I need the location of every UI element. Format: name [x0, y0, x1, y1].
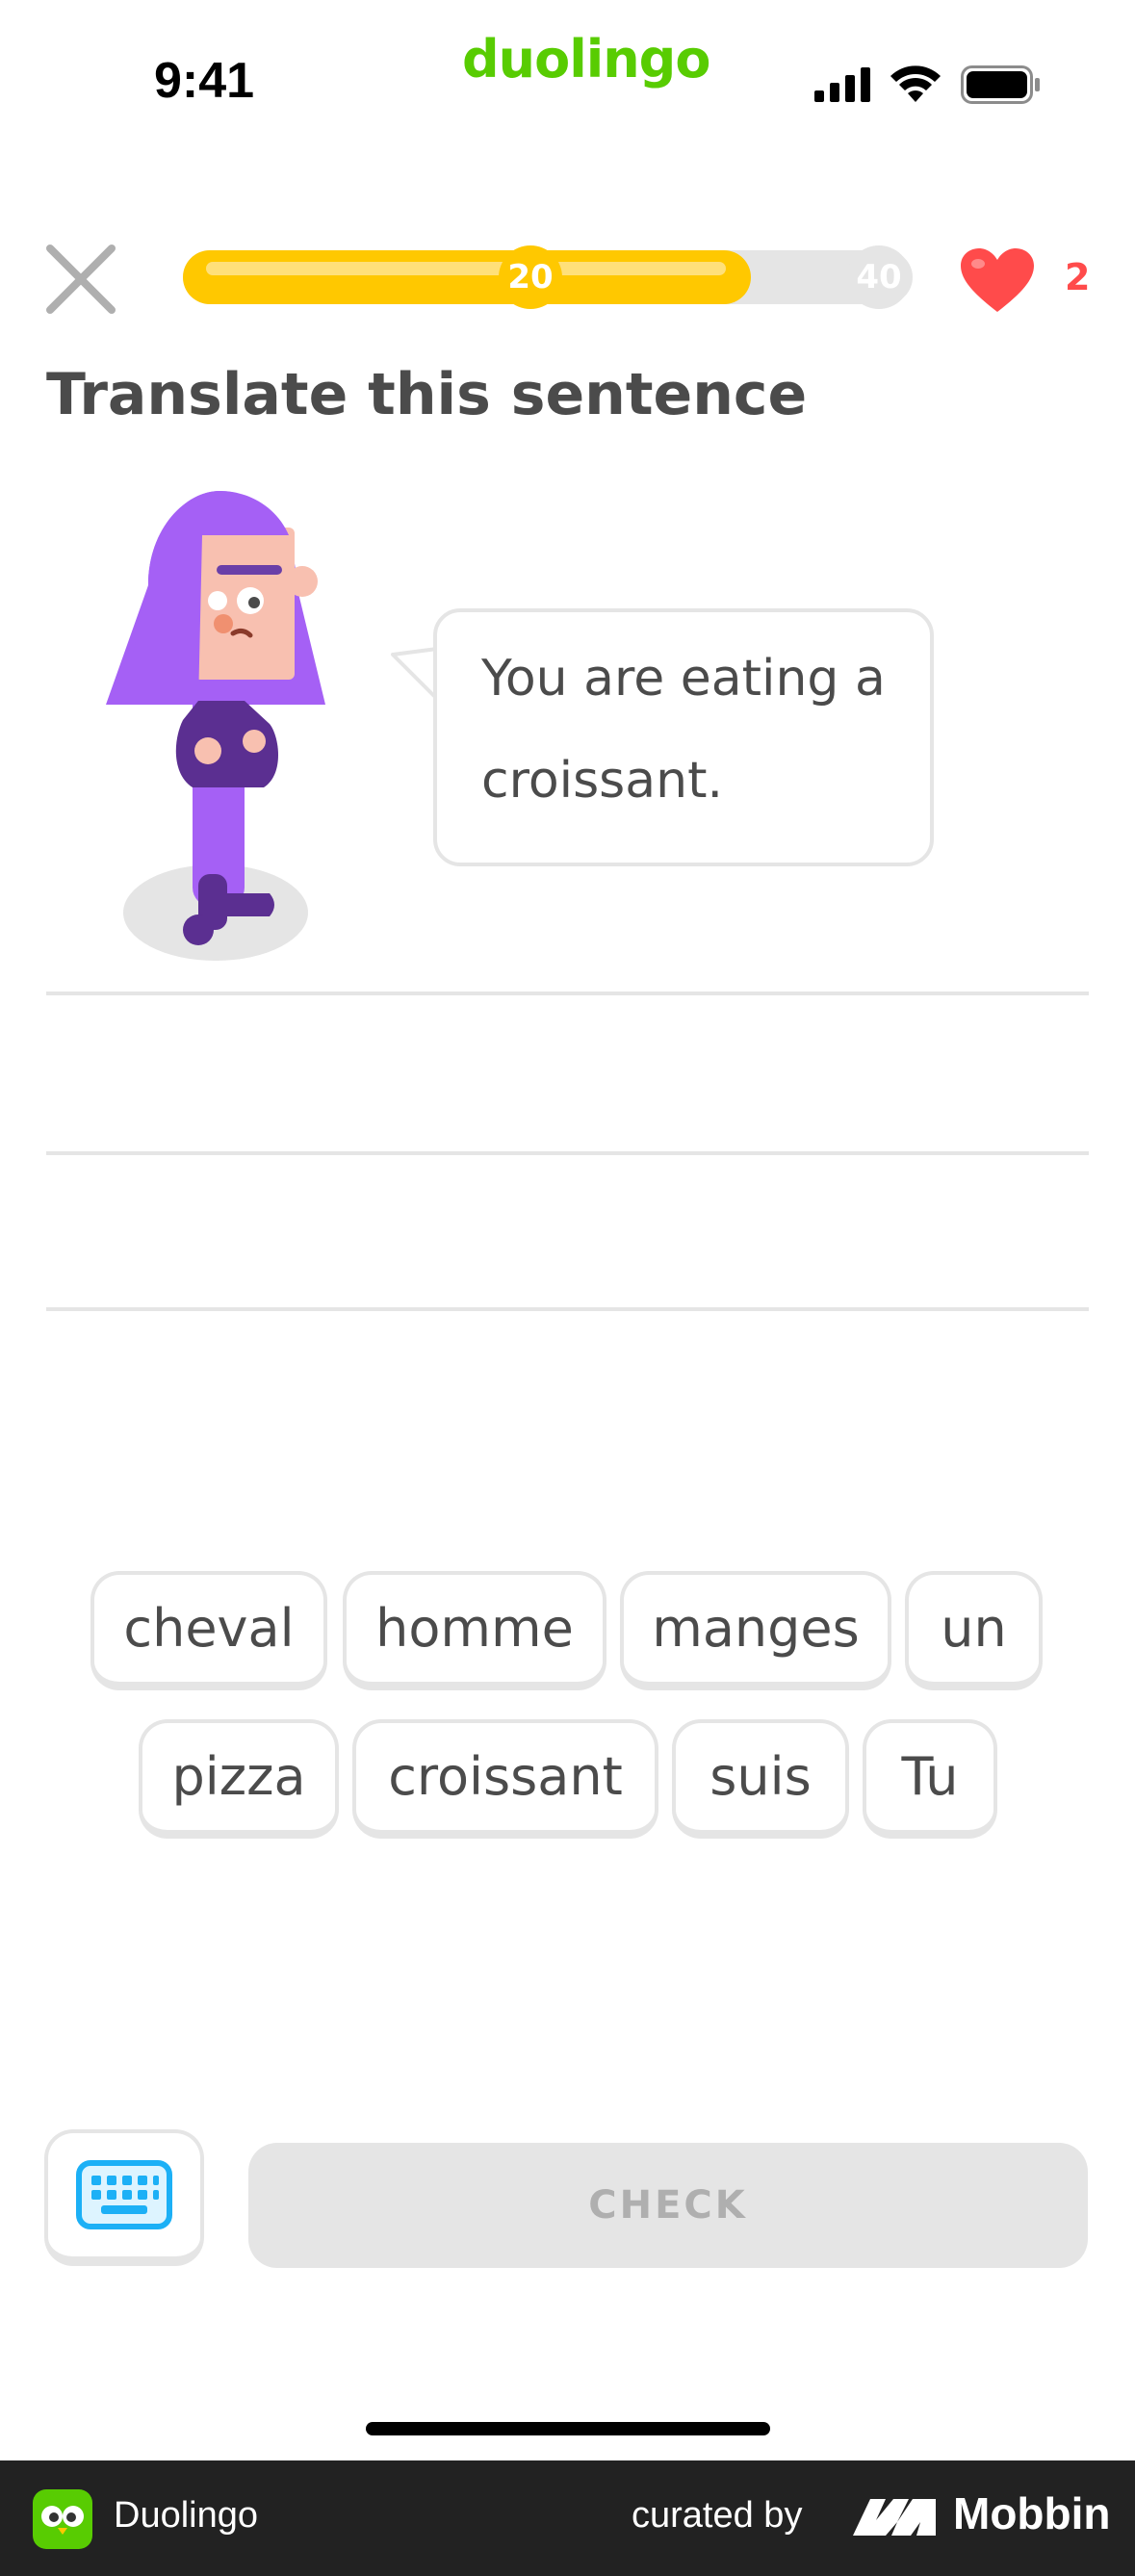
page-title: Translate this sentence: [46, 361, 808, 428]
word-tile-croissant[interactable]: croissant: [352, 1719, 658, 1839]
wifi-icon: [890, 64, 942, 106]
check-button[interactable]: CHECK: [248, 2143, 1088, 2268]
status-time: 9:41: [154, 53, 255, 109]
keyboard-button[interactable]: [44, 2129, 204, 2266]
footer-mobbin: Mobbin: [953, 2488, 1111, 2538]
keyboard-icon: [76, 2160, 172, 2229]
duolingo-app-icon: [33, 2489, 92, 2553]
word-tile-suis[interactable]: suis: [672, 1719, 849, 1839]
progress-highlight: [206, 262, 726, 275]
mobbin-logo-icon: [851, 2493, 940, 2543]
sentence-line: croissant.: [481, 752, 724, 810]
word-tile-tu[interactable]: Tu: [863, 1719, 997, 1839]
close-button[interactable]: [44, 243, 117, 316]
word-tile-pizza[interactable]: pizza: [139, 1719, 339, 1839]
answer-line: [46, 1307, 1089, 1311]
home-indicator: [366, 2422, 770, 2435]
heart-icon: [959, 246, 1036, 318]
footer-app-name: Duolingo: [114, 2495, 258, 2536]
speech-bubble: You are eating a croissant.: [433, 608, 934, 866]
word-tile-manges[interactable]: manges: [620, 1571, 891, 1690]
brand-wordmark: duolingo: [462, 29, 710, 90]
word-tile-homme[interactable]: homme: [343, 1571, 606, 1690]
progress-milestone-current: 20: [499, 245, 562, 309]
close-icon: [46, 245, 116, 314]
progress-fill: [183, 250, 751, 304]
hearts-count: 2: [1065, 256, 1091, 298]
progress-milestone-goal: 40: [847, 245, 911, 309]
sentence-line: You are eating a: [481, 650, 886, 708]
character-illustration: [106, 489, 337, 974]
signal-icon: [814, 67, 872, 106]
word-tile-cheval[interactable]: cheval: [90, 1571, 327, 1690]
answer-line: [46, 1151, 1089, 1155]
word-tile-un[interactable]: un: [905, 1571, 1043, 1690]
footer-curated-by: curated by: [632, 2495, 803, 2536]
battery-icon: [961, 65, 1042, 108]
answer-line: [46, 992, 1089, 995]
